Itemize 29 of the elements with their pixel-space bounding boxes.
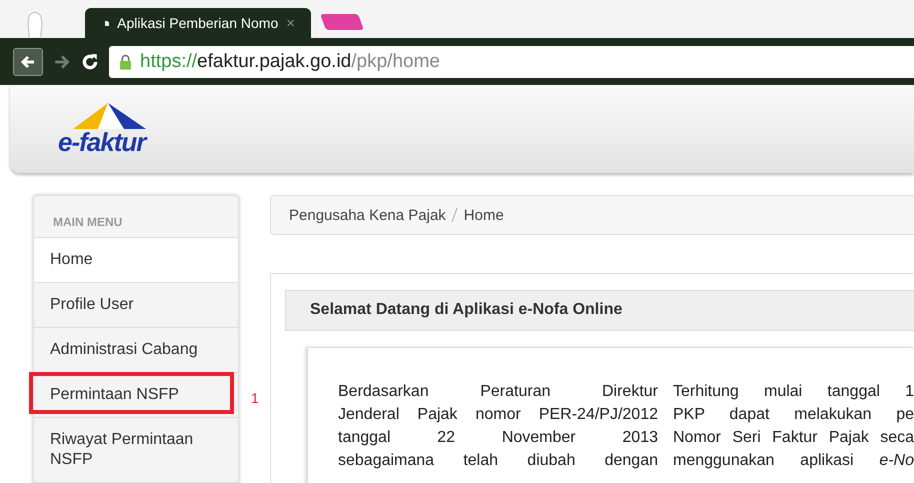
text-line: Terhitung mulai tanggal 1 bbox=[673, 382, 914, 402]
text-line: Nomor Seri Faktur Pajak seca bbox=[673, 428, 914, 448]
menu-item[interactable]: Administrasi Cabang bbox=[34, 328, 238, 373]
breadcrumb-link[interactable]: Pengusaha Kena Pajak bbox=[289, 206, 446, 224]
text-line: menggunakan aplikasi e-No bbox=[673, 451, 914, 471]
new-tab-button[interactable] bbox=[320, 14, 364, 30]
reload-icon[interactable] bbox=[81, 52, 99, 70]
logo-text: e-faktur bbox=[58, 126, 148, 158]
browser-tab[interactable]: Aplikasi Pemberian Nomo × bbox=[85, 8, 311, 38]
back-arrow-icon bbox=[20, 54, 36, 70]
breadcrumb-current: Home bbox=[464, 206, 504, 224]
text-line: sebagaimana telah diubah dengan bbox=[338, 451, 658, 471]
callout-number: 1 bbox=[251, 390, 259, 406]
text-line: Berdasarkan Peraturan Direktur bbox=[338, 382, 658, 402]
text-line: Jenderal Pajak nomor PER-24/PJ/2012 bbox=[338, 405, 658, 425]
lock-icon bbox=[119, 54, 132, 70]
tab-title: Aplikasi Pemberian Nomo bbox=[117, 15, 278, 31]
close-icon[interactable]: × bbox=[286, 14, 295, 32]
text-line: PKP dapat melakukan pe bbox=[673, 405, 914, 425]
forward-icon[interactable] bbox=[53, 52, 71, 70]
address-bar[interactable]: https://efaktur.pajak.go.id/pkp/home bbox=[109, 46, 914, 78]
text-line: tanggal 22 November 2013 bbox=[338, 428, 658, 448]
back-button[interactable] bbox=[13, 48, 43, 76]
menu-item[interactable]: Home bbox=[34, 238, 238, 283]
panel-title: Selamat Datang di Aplikasi e-Nofa Online bbox=[285, 290, 914, 331]
profile-icon[interactable] bbox=[25, 10, 45, 38]
menu-item[interactable]: Riwayat Permintaan NSFP bbox=[34, 418, 238, 483]
menu-item[interactable]: Profile User bbox=[34, 283, 238, 328]
url-text: https://efaktur.pajak.go.id/pkp/home bbox=[140, 50, 440, 72]
